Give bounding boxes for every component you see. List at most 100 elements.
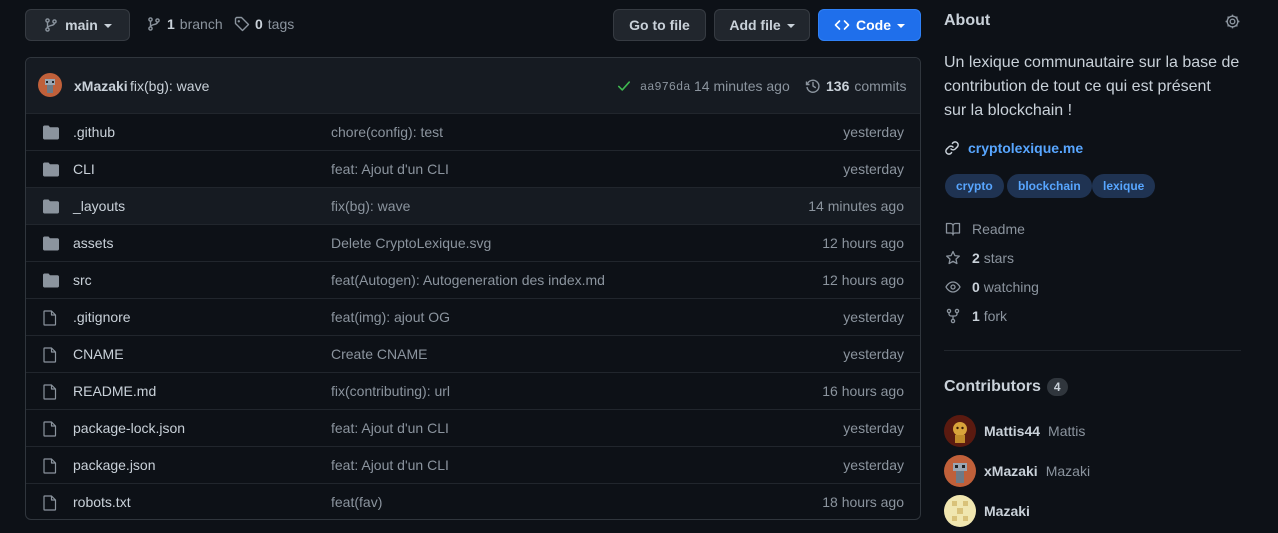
fork-link[interactable]: 1 fork: [944, 308, 1007, 324]
chevron-down-icon: [897, 24, 905, 28]
code-button[interactable]: Code: [818, 9, 921, 41]
stars-link[interactable]: 2 stars: [944, 250, 1014, 266]
commit-message-link[interactable]: feat: Ajout d'un CLI: [331, 420, 449, 436]
branch-selector[interactable]: main: [25, 9, 130, 41]
watching-label: watching: [983, 279, 1039, 295]
readme-link[interactable]: Readme: [944, 221, 1025, 237]
tags-label: tags: [267, 16, 295, 32]
tags-count: 0: [255, 16, 263, 32]
file-name[interactable]: package.json: [73, 457, 156, 473]
avatar: [944, 495, 976, 527]
commit-message[interactable]: fix(bg): wave: [130, 78, 209, 94]
table-row[interactable]: CLI feat: Ajout d'un CLI yesterday: [26, 150, 920, 188]
website-link[interactable]: cryptolexique.me: [944, 140, 1083, 156]
table-row[interactable]: CNAME Create CNAME yesterday: [26, 335, 920, 373]
go-to-file-button[interactable]: Go to file: [613, 9, 706, 41]
contributor-xmazaki[interactable]: xMazaki Mazaki: [944, 455, 1090, 487]
commit-message-link[interactable]: fix(contributing): url: [331, 383, 450, 399]
table-row[interactable]: assets Delete CryptoLexique.svg 12 hours a…: [26, 224, 920, 262]
commits-history-link[interactable]: 136 commits: [805, 78, 906, 94]
link-icon: [944, 140, 960, 156]
table-row[interactable]: .github chore(config): test yesterday: [26, 113, 920, 151]
branch-icon: [43, 17, 59, 33]
stars-label: stars: [983, 250, 1015, 266]
file-name[interactable]: src: [73, 272, 92, 288]
file-name[interactable]: CNAME: [73, 346, 124, 362]
commit-age: 18 hours ago: [822, 494, 904, 510]
divider: [944, 350, 1241, 351]
commit-sha[interactable]: aa976da: [640, 80, 690, 94]
file-name[interactable]: README.md: [73, 383, 156, 399]
branch-name: main: [65, 17, 98, 33]
contributor-name: Mazaki: [1045, 463, 1091, 479]
history-icon: [805, 78, 821, 94]
file-icon: [43, 458, 57, 474]
topic-lexique[interactable]: lexique: [1092, 174, 1156, 198]
avatar[interactable]: [38, 73, 62, 97]
contributor-login: Mazaki: [984, 503, 1030, 519]
commit-message-link[interactable]: Delete CryptoLexique.svg: [331, 235, 491, 251]
fork-icon: [944, 308, 962, 324]
check-icon: [617, 79, 631, 93]
file-icon: [43, 347, 57, 363]
code-icon: [834, 17, 850, 33]
commit-message-link[interactable]: fix(bg): wave: [331, 198, 410, 214]
file-name[interactable]: CLI: [73, 161, 95, 177]
commit-message-link[interactable]: feat(Autogen): Autogeneration des index.…: [331, 272, 605, 288]
commit-message-link[interactable]: feat(fav): [331, 494, 382, 510]
file-name[interactable]: package-lock.json: [73, 420, 185, 436]
table-row[interactable]: src feat(Autogen): Autogeneration des ind…: [26, 261, 920, 299]
table-row[interactable]: _layouts fix(bg): wave 14 minutes ago: [26, 187, 920, 225]
file-icon: [43, 421, 57, 437]
file-name[interactable]: .github: [73, 124, 115, 140]
table-row[interactable]: README.md fix(contributing): url 16 hours …: [26, 372, 920, 410]
commit-age: 12 hours ago: [822, 272, 904, 288]
gear-icon[interactable]: [1224, 13, 1241, 30]
watching-count: 0: [972, 279, 980, 295]
branch-icon: [146, 16, 162, 32]
topic-blockchain[interactable]: blockchain: [1007, 174, 1092, 198]
file-name[interactable]: _layouts: [73, 198, 125, 214]
commit-message-link[interactable]: feat: Ajout d'un CLI: [331, 161, 449, 177]
commit-message-link[interactable]: Create CNAME: [331, 346, 427, 362]
add-file-label: Add file: [729, 17, 781, 33]
add-file-button[interactable]: Add file: [714, 9, 810, 41]
latest-commit-bar: xMazaki fix(bg): wave aa976da 14 minutes…: [26, 58, 920, 114]
commit-age: yesterday: [843, 457, 904, 473]
avatar: [944, 415, 976, 447]
table-row[interactable]: robots.txt feat(fav) 18 hours ago: [26, 483, 920, 519]
branches-link[interactable]: 1 branch: [146, 16, 223, 32]
contributor-login: xMazaki: [984, 463, 1038, 479]
commit-message-link[interactable]: feat(img): ajout OG: [331, 309, 450, 325]
commits-label: commits: [854, 78, 907, 94]
commit-time: 14 minutes ago: [694, 78, 790, 94]
commit-age: yesterday: [843, 124, 904, 140]
avatar: [944, 455, 976, 487]
table-row[interactable]: .gitignore feat(img): ajout OG yesterday: [26, 298, 920, 336]
watching-link[interactable]: 0 watching: [944, 279, 1039, 295]
contributor-mattis44[interactable]: Mattis44 Mattis: [944, 415, 1085, 447]
file-name[interactable]: .gitignore: [73, 309, 131, 325]
contributors-header[interactable]: Contributors 4: [944, 378, 1068, 396]
fork-label: fork: [983, 308, 1008, 324]
topic-crypto[interactable]: crypto: [945, 174, 1004, 198]
table-row[interactable]: package.json feat: Ajout d'un CLI yesterda…: [26, 446, 920, 484]
website-url: cryptolexique.me: [968, 140, 1084, 156]
tags-link[interactable]: 0 tags: [234, 16, 294, 32]
about-title: About: [944, 12, 991, 29]
branch-label: branch: [179, 16, 223, 32]
folder-icon: [43, 199, 59, 214]
fork-count: 1: [972, 308, 980, 324]
file-name[interactable]: robots.txt: [73, 494, 131, 510]
file-icon: [43, 310, 57, 326]
commit-message-link[interactable]: feat: Ajout d'un CLI: [331, 457, 449, 473]
table-row[interactable]: package-lock.json feat: Ajout d'un CLI yes…: [26, 409, 920, 447]
commit-author[interactable]: xMazaki: [74, 78, 128, 94]
contributors-count-badge: 4: [1046, 378, 1068, 396]
file-name[interactable]: assets: [73, 235, 113, 251]
chevron-down-icon: [103, 24, 112, 28]
about-description: Un lexique communautaire sur la base de …: [944, 51, 1239, 123]
contributor-mazaki[interactable]: Mazaki: [944, 495, 1038, 527]
branch-count: 1: [167, 16, 175, 32]
commit-message-link[interactable]: chore(config): test: [331, 124, 443, 140]
